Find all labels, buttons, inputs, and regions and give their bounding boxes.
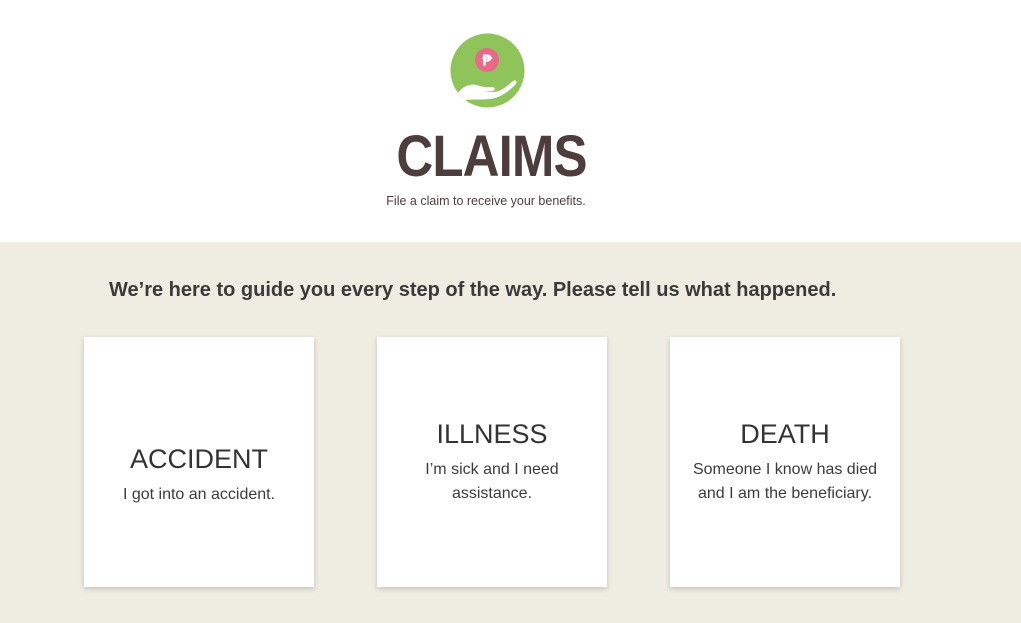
card-description: I got into an accident. <box>122 486 276 503</box>
page-title: CLAIMS <box>396 124 587 189</box>
claim-card-accident[interactable]: ACCIDENT I got into an accident. <box>84 337 314 587</box>
header-section: ₱ CLAIMS File a claim to receive your be… <box>0 0 1021 242</box>
peso-coin-in-hand-icon: ₱ <box>450 33 525 108</box>
card-title: DEATH <box>740 419 830 449</box>
card-description: Someone I know has died and I am the ben… <box>692 461 878 502</box>
claim-card-death[interactable]: DEATH Someone I know has died and I am t… <box>670 337 900 587</box>
card-title: ILLNESS <box>436 419 548 449</box>
guidance-heading: We’re here to guide you every step of th… <box>109 279 837 301</box>
page-subtitle: File a claim to receive your benefits. <box>386 194 586 208</box>
claim-card-illness[interactable]: ILLNESS I’m sick and I need assistance. <box>377 337 607 587</box>
peso-symbol: ₱ <box>482 52 493 70</box>
card-title: ACCIDENT <box>129 444 268 474</box>
card-description: I’m sick and I need assistance. <box>425 461 559 502</box>
